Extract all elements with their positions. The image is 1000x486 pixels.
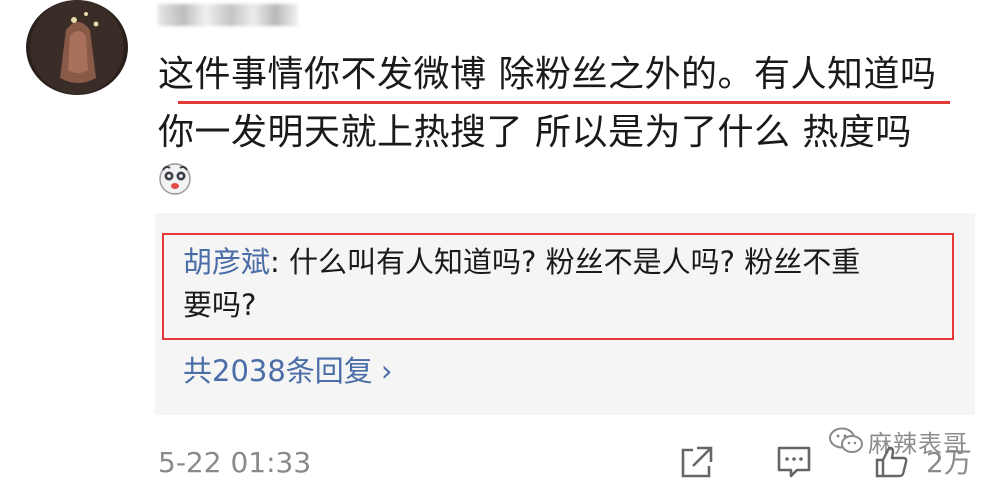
comment-icon[interactable] <box>775 444 813 480</box>
username-text: 吗 <box>158 4 298 26</box>
share-icon[interactable] <box>677 444 715 480</box>
username[interactable]: 吗 <box>158 4 298 26</box>
comment-body: 这件事情你不发微博 除粉丝之外的。有人知道吗 你一发明天就上热搜了 所以是为了什… <box>158 46 968 162</box>
panda-face-emoji-icon <box>158 162 192 196</box>
comment-line-2: 你一发明天就上热搜了 所以是为了什么 热度吗 <box>158 112 912 153</box>
reply-author[interactable]: 胡彦斌 <box>183 245 270 279</box>
wechat-logo-icon <box>829 427 863 453</box>
reply-separator: : <box>270 245 280 279</box>
like-count: 2万 <box>926 446 972 479</box>
reply-item[interactable]: 胡彦斌: 什么叫有人知道吗? 粉丝不是人吗? 粉丝不重 要吗? <box>183 241 943 327</box>
avatar[interactable] <box>26 0 128 95</box>
reply-count-label: 共2038条回复 <box>183 354 373 388</box>
reply-line-1: 什么叫有人知道吗? 粉丝不是人吗? 粉丝不重 <box>279 245 861 279</box>
chevron-right-icon: › <box>380 354 393 388</box>
highlight-underline <box>178 101 950 104</box>
comment-timestamp: 5-22 01:33 <box>158 446 312 479</box>
reply-line-2: 要吗? <box>183 288 257 322</box>
view-replies-link[interactable]: 共2038条回复 › <box>183 351 392 391</box>
comment-line-1: 这件事情你不发微博 除粉丝之外的。有人知道吗 <box>158 54 937 95</box>
thumbs-up-icon[interactable] <box>873 444 911 480</box>
